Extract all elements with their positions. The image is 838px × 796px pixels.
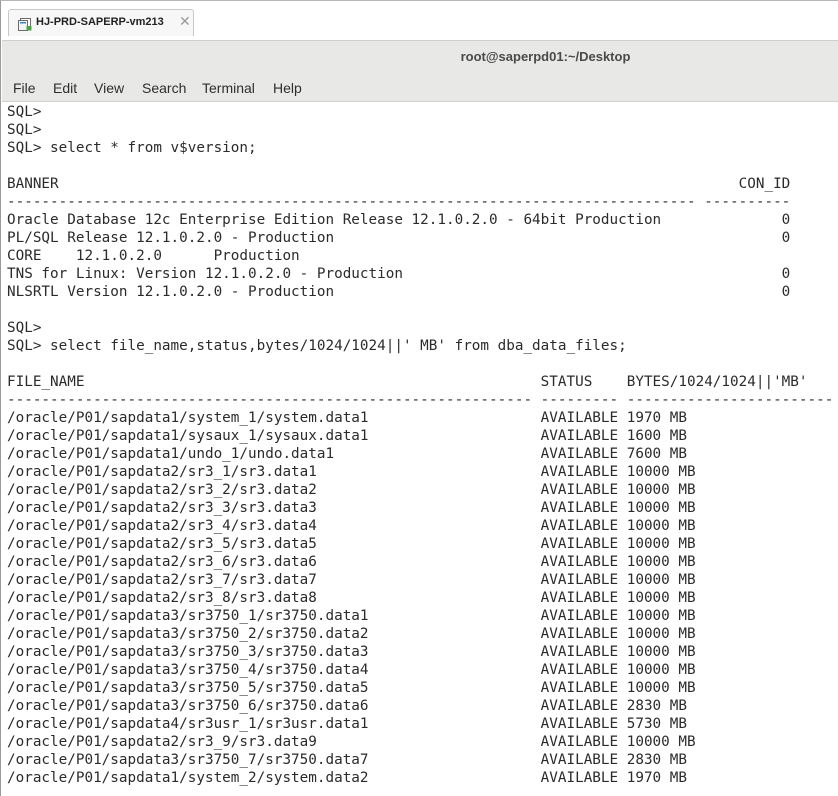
terminal-line: ----------------------------------------… [7,392,834,408]
terminal-line: /oracle/P01/sapdata3/sr3750_3/sr3750.dat… [7,644,696,660]
terminal-line: /oracle/P01/sapdata2/sr3_6/sr3.data6 AVA… [7,554,696,570]
terminal-window: HJ-PRD-SAPERP-vm213 ✕ root@saperpd01:~/D… [0,0,838,796]
terminal-line: /oracle/P01/sapdata1/undo_1/undo.data1 A… [7,446,687,462]
session-tab[interactable]: HJ-PRD-SAPERP-vm213 ✕ [8,9,194,36]
terminal-line: SQL> select * from v$version; [7,140,257,156]
terminal-line: /oracle/P01/sapdata4/sr3usr_1/sr3usr.dat… [7,716,687,732]
terminal-line: /oracle/P01/sapdata2/sr3_9/sr3.data9 AVA… [7,734,696,750]
terminal-line: /oracle/P01/sapdata3/sr3750_4/sr3750.dat… [7,662,696,678]
terminal-line: /oracle/P01/sapdata2/sr3_7/sr3.data7 AVA… [7,572,696,588]
terminal-line: /oracle/P01/sapdata2/sr3_2/sr3.data2 AVA… [7,482,696,498]
terminal-line: /oracle/P01/sapdata2/sr3_4/sr3.data4 AVA… [7,518,696,534]
terminal-line: /oracle/P01/sapdata2/sr3_5/sr3.data5 AVA… [7,536,696,552]
terminal-line: BANNER CON_ID [7,176,791,192]
terminal-line: /oracle/P01/sapdata2/sr3_1/sr3.data1 AVA… [7,464,696,480]
terminal-line: SQL> [7,122,42,138]
terminal-line: /oracle/P01/sapdata3/sr3750_5/sr3750.dat… [7,680,696,696]
terminal-line: PL/SQL Release 12.1.0.2.0 - Production 0 [7,230,791,246]
terminal-line: Oracle Database 12c Enterprise Edition R… [7,212,791,228]
terminal-line: /oracle/P01/sapdata3/sr3750_2/sr3750.dat… [7,626,696,642]
menu-view[interactable]: View [94,80,124,96]
terminal-line: /oracle/P01/sapdata2/sr3_3/sr3.data3 AVA… [7,500,696,516]
menu-search[interactable]: Search [142,80,186,96]
menu-file[interactable]: File [13,80,36,96]
terminal-line: SQL> [7,320,42,336]
terminal-line: TNS for Linux: Version 12.1.0.2.0 - Prod… [7,266,791,282]
terminal-line: /oracle/P01/sapdata2/sr3_8/sr3.data8 AVA… [7,590,696,606]
menu-bar: File Edit View Search Terminal Help [2,74,838,102]
title-bar: root@saperpd01:~/Desktop [2,40,838,74]
window-title: root@saperpd01:~/Desktop [460,49,631,64]
menu-help[interactable]: Help [273,80,302,96]
terminal-line: /oracle/P01/sapdata1/sysaux_1/sysaux.dat… [7,428,687,444]
terminal-line: CORE 12.1.0.2.0 Production [7,248,300,264]
terminal-line: SQL> [7,104,42,120]
menu-terminal[interactable]: Terminal [202,80,255,96]
console-icon [18,18,32,31]
session-tab-strip: HJ-PRD-SAPERP-vm213 ✕ [2,2,838,40]
terminal-line: FILE_NAME STATUS BYTES/1024/1024||'MB' [7,374,808,390]
terminal-line: /oracle/P01/sapdata1/system_1/system.dat… [7,410,687,426]
menu-edit[interactable]: Edit [53,80,77,96]
terminal-line: /oracle/P01/sapdata3/sr3750_1/sr3750.dat… [7,608,696,624]
terminal-line: /oracle/P01/sapdata3/sr3750_7/sr3750.dat… [7,752,687,768]
terminal-line: ----------------------------------------… [7,194,791,210]
close-tab-icon[interactable]: ✕ [179,13,191,30]
session-tab-label: HJ-PRD-SAPERP-vm213 [36,16,164,28]
terminal-line: SQL> select file_name,status,bytes/1024/… [7,338,627,354]
terminal-line: /oracle/P01/sapdata1/system_2/system.dat… [7,770,687,786]
terminal-line: NLSRTL Version 12.1.0.2.0 - Production 0 [7,284,791,300]
terminal-line: /oracle/P01/sapdata3/sr3750_6/sr3750.dat… [7,698,687,714]
terminal-output[interactable]: SQL> SQL> SQL> select * from v$version; BAN… [2,102,838,796]
